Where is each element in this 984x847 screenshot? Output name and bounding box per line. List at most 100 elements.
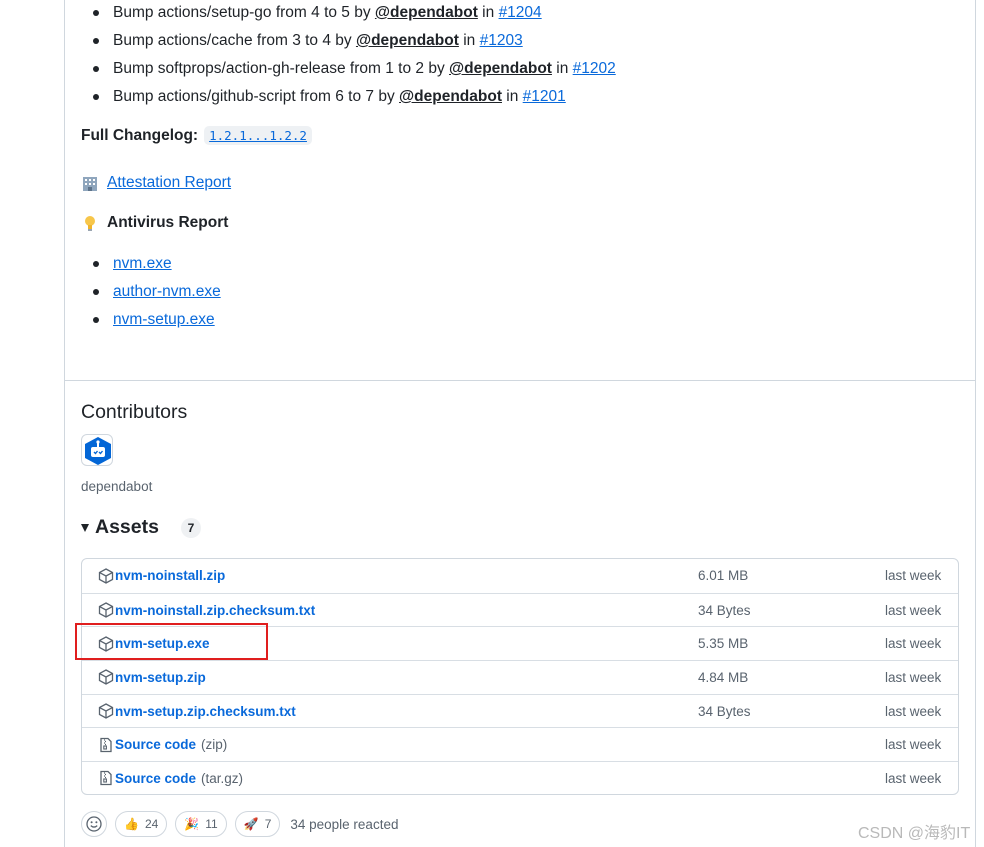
reaction-thumbs-up[interactable]: 👍 24 (115, 811, 168, 837)
asset-link[interactable]: Source code (tar.gz) (98, 770, 243, 786)
issue-link[interactable]: #1202 (573, 60, 616, 77)
asset-row: nvm-setup.zip 4.84 MB last week (82, 660, 958, 694)
mention-link[interactable]: @dependabot (356, 32, 459, 49)
asset-row: nvm-setup.zip.checksum.txt 34 Bytes last w… (82, 693, 958, 728)
package-icon (98, 669, 114, 686)
asset-date: last week (885, 703, 942, 719)
contributor-name[interactable]: dependabot (81, 479, 152, 494)
note-item: Bump actions/setup-go from 4 to 5 by @de… (93, 3, 616, 31)
antivirus-link[interactable]: nvm.exe (113, 255, 172, 272)
reaction-count: 24 (144, 817, 159, 831)
asset-name: nvm-noinstall.zip.checksum.txt (115, 602, 316, 618)
assets-count-badge: 7 (180, 517, 201, 538)
asset-link[interactable]: nvm-noinstall.zip (98, 568, 225, 584)
issue-link[interactable]: #1204 (499, 4, 542, 21)
asset-format: (tar.gz) (201, 770, 244, 786)
asset-link[interactable]: nvm-setup.zip (98, 669, 206, 686)
triangle-down-icon (81, 523, 89, 532)
rocket-icon: 🚀 (243, 817, 259, 831)
asset-name: nvm-setup.zip (115, 669, 206, 685)
issue-link[interactable]: #1201 (523, 88, 566, 105)
file-zip-icon (98, 770, 114, 786)
mention-link[interactable]: @dependabot (449, 60, 552, 77)
antivirus-links-list: nvm.exe author-nvm.exe nvm-setup.exe (93, 254, 221, 338)
antivirus-link[interactable]: nvm-setup.exe (113, 311, 215, 328)
note-text: Bump actions/github-script from 6 to 7 b… (113, 88, 400, 105)
asset-size: 4.84 MB (698, 669, 749, 685)
changelog-compare-link[interactable]: 1.2.1...1.2.2 (204, 126, 312, 145)
reaction-count: 7 (264, 817, 272, 831)
asset-size: 34 Bytes (698, 703, 751, 719)
asset-name: nvm-setup.zip.checksum.txt (115, 703, 296, 719)
note-text: Bump actions/cache from 3 to 4 by (113, 32, 356, 49)
file-zip-icon (98, 737, 114, 753)
reactions-bar: 👍 24 🎉 11 🚀 7 34 people reacted (81, 811, 398, 837)
package-icon (98, 568, 114, 584)
note-in: in (458, 32, 480, 49)
asset-date: last week (885, 568, 942, 584)
package-icon (98, 703, 114, 719)
smiley-icon (86, 816, 102, 832)
reactions-summary: 34 people reacted (290, 816, 399, 832)
asset-link[interactable]: Source code (zip) (98, 737, 227, 753)
full-changelog: Full Changelog: 1.2.1...1.2.2 (81, 126, 312, 145)
section-divider (64, 380, 976, 381)
antivirus-report-label: Antivirus Report (107, 214, 229, 231)
attestation-report: Attestation Report (81, 174, 231, 192)
release-notes-list: Bump actions/setup-go from 4 to 5 by @de… (93, 3, 616, 115)
asset-name: Source code (115, 770, 197, 786)
note-item: Bump softprops/action-gh-release from 1 … (93, 59, 616, 87)
assets-list: nvm-noinstall.zip 6.01 MB last week nvm-noi… (81, 558, 959, 795)
highlight-box (75, 623, 268, 660)
asset-date: last week (885, 636, 942, 652)
thumbs-up-icon: 👍 (124, 817, 139, 831)
asset-size: 34 Bytes (698, 602, 751, 618)
note-in: in (477, 4, 499, 21)
changelog-label: Full Changelog: (81, 127, 199, 144)
add-reaction-button[interactable] (81, 811, 107, 837)
note-in: in (501, 88, 523, 105)
asset-date: last week (885, 602, 942, 618)
antivirus-link[interactable]: author-nvm.exe (113, 283, 221, 300)
office-building-icon (81, 174, 99, 192)
list-item: nvm.exe (93, 254, 221, 282)
package-icon (98, 602, 114, 618)
asset-link[interactable]: nvm-setup.zip.checksum.txt (98, 703, 296, 719)
issue-link[interactable]: #1203 (480, 32, 523, 49)
note-text: Bump softprops/action-gh-release from 1 … (113, 60, 449, 77)
asset-date: last week (885, 770, 942, 786)
asset-format: (zip) (201, 737, 228, 753)
note-item: Bump actions/github-script from 6 to 7 b… (93, 87, 616, 115)
note-in: in (551, 60, 573, 77)
note-item: Bump actions/cache from 3 to 4 by @depen… (93, 31, 616, 59)
asset-size: 5.35 MB (698, 636, 749, 652)
watermark: CSDN @海豹IT (858, 825, 971, 842)
assets-toggle[interactable]: Assets 7 (81, 516, 201, 539)
list-item: author-nvm.exe (93, 282, 221, 310)
asset-row: nvm-noinstall.zip.checksum.txt 34 Bytes la… (82, 592, 958, 627)
asset-row: nvm-noinstall.zip 6.01 MB last week (82, 559, 958, 593)
asset-row: Source code (tar.gz) last week (82, 761, 958, 794)
asset-link[interactable]: nvm-noinstall.zip.checksum.txt (98, 602, 315, 618)
tada-icon: 🎉 (184, 817, 200, 831)
asset-row: Source code (zip) last week (82, 727, 958, 761)
attestation-report-link[interactable]: Attestation Report (107, 174, 231, 192)
assets-title: Assets (95, 516, 159, 538)
asset-name: nvm-noinstall.zip (115, 568, 226, 584)
note-text: Bump actions/setup-go from 4 to 5 by (113, 4, 375, 21)
mention-link[interactable]: @dependabot (399, 88, 502, 105)
reaction-count: 11 (205, 817, 218, 831)
reaction-hooray[interactable]: 🎉 11 (175, 811, 227, 837)
list-item: nvm-setup.exe (93, 310, 221, 338)
light-bulb-icon (81, 214, 99, 232)
avatar[interactable] (81, 434, 113, 466)
asset-date: last week (885, 737, 942, 753)
asset-name: Source code (115, 737, 197, 753)
antivirus-report-heading: Antivirus Report (81, 214, 228, 232)
asset-date: last week (885, 669, 942, 685)
contributors-title: Contributors (81, 401, 188, 423)
dependabot-icon (85, 437, 111, 465)
asset-size: 6.01 MB (698, 568, 749, 584)
mention-link[interactable]: @dependabot (375, 4, 478, 21)
reaction-rocket[interactable]: 🚀 7 (234, 811, 281, 837)
